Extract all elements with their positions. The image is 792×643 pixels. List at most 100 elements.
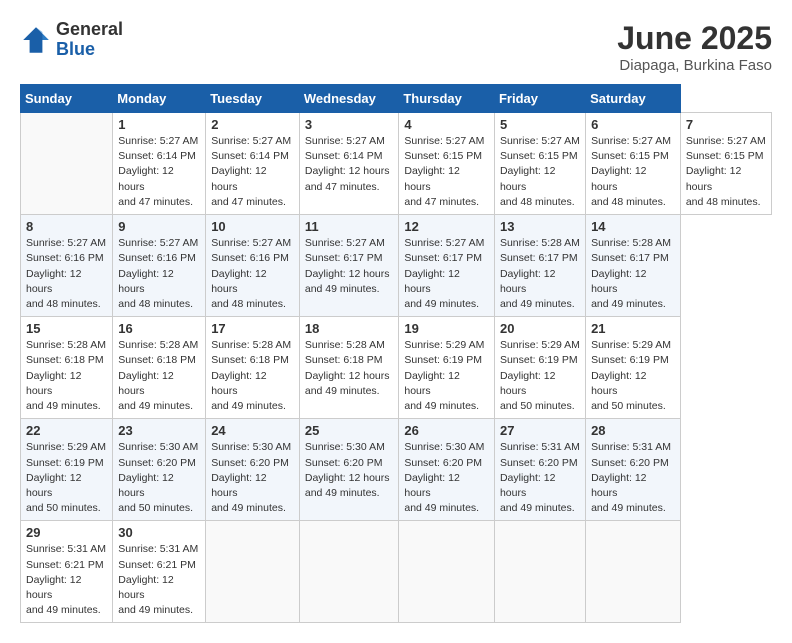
title-block: June 2025 Diapaga, Burkina Faso	[617, 20, 772, 74]
week-row-1: 1 Sunrise: 5:27 AMSunset: 6:14 PMDaylight…	[21, 113, 772, 215]
header-monday: Monday	[113, 85, 206, 113]
week-row-4: 22Sunrise: 5:29 AMSunset: 6:19 PMDayligh…	[21, 419, 772, 521]
calendar-cell: 15 Sunrise: 5:28 AMSunset: 6:18 PMDayligh…	[21, 317, 113, 419]
logo: General Blue	[20, 20, 123, 60]
day-info: Sunrise: 5:28 AMSunset: 6:18 PMDaylight:…	[26, 338, 107, 414]
day-info: Sunrise: 5:27 AMSunset: 6:17 PMDaylight:…	[305, 236, 394, 297]
logo-icon	[20, 24, 52, 56]
header-friday: Friday	[494, 85, 585, 113]
calendar-cell: 5 Sunrise: 5:27 AMSunset: 6:15 PMDaylight…	[494, 113, 585, 215]
header-tuesday: Tuesday	[206, 85, 300, 113]
calendar-cell: 30 Sunrise: 5:31 AMSunset: 6:21 PMDayligh…	[113, 521, 206, 623]
day-number: 16	[118, 321, 200, 336]
calendar-cell: 19 Sunrise: 5:29 AMSunset: 6:19 PMDayligh…	[399, 317, 495, 419]
calendar-cell	[206, 521, 300, 623]
day-number: 5	[500, 117, 580, 132]
week-row-2: 8 Sunrise: 5:27 AMSunset: 6:16 PMDaylight…	[21, 215, 772, 317]
calendar-cell: 17 Sunrise: 5:28 AMSunset: 6:18 PMDayligh…	[206, 317, 300, 419]
calendar-header: SundayMondayTuesdayWednesdayThursdayFrid…	[21, 85, 772, 113]
calendar-table: SundayMondayTuesdayWednesdayThursdayFrid…	[20, 84, 772, 623]
calendar-cell	[494, 521, 585, 623]
empty-cell	[21, 113, 113, 215]
logo-blue-text: Blue	[56, 40, 123, 60]
day-info: Sunrise: 5:31 AMSunset: 6:20 PMDaylight:…	[591, 440, 675, 516]
day-number: 19	[404, 321, 489, 336]
day-info: Sunrise: 5:27 AMSunset: 6:15 PMDaylight:…	[404, 134, 489, 210]
day-number: 8	[26, 219, 107, 234]
day-info: Sunrise: 5:27 AMSunset: 6:16 PMDaylight:…	[211, 236, 294, 312]
day-number: 25	[305, 423, 394, 438]
header-sunday: Sunday	[21, 85, 113, 113]
day-info: Sunrise: 5:27 AMSunset: 6:17 PMDaylight:…	[404, 236, 489, 312]
location-text: Diapaga, Burkina Faso	[617, 57, 772, 74]
calendar-cell: 6Sunrise: 5:27 AMSunset: 6:15 PMDaylight…	[586, 113, 681, 215]
calendar-cell: 27 Sunrise: 5:31 AMSunset: 6:20 PMDayligh…	[494, 419, 585, 521]
day-number: 24	[211, 423, 294, 438]
day-number: 4	[404, 117, 489, 132]
header-saturday: Saturday	[586, 85, 681, 113]
day-info: Sunrise: 5:31 AMSunset: 6:21 PMDaylight:…	[118, 542, 200, 618]
day-info: Sunrise: 5:29 AMSunset: 6:19 PMDaylight:…	[404, 338, 489, 414]
day-number: 26	[404, 423, 489, 438]
day-info: Sunrise: 5:29 AMSunset: 6:19 PMDaylight:…	[591, 338, 675, 414]
day-number: 7	[686, 117, 766, 132]
calendar-cell: 13 Sunrise: 5:28 AMSunset: 6:17 PMDayligh…	[494, 215, 585, 317]
calendar-cell: 4 Sunrise: 5:27 AMSunset: 6:15 PMDaylight…	[399, 113, 495, 215]
calendar-cell: 10 Sunrise: 5:27 AMSunset: 6:16 PMDayligh…	[206, 215, 300, 317]
calendar-cell: 1 Sunrise: 5:27 AMSunset: 6:14 PMDaylight…	[113, 113, 206, 215]
day-info: Sunrise: 5:28 AMSunset: 6:17 PMDaylight:…	[591, 236, 675, 312]
day-number: 6	[591, 117, 675, 132]
day-number: 30	[118, 525, 200, 540]
calendar-cell: 14 Sunrise: 5:28 AMSunset: 6:17 PMDayligh…	[586, 215, 681, 317]
day-number: 17	[211, 321, 294, 336]
calendar-cell: 20 Sunrise: 5:29 AMSunset: 6:19 PMDayligh…	[494, 317, 585, 419]
calendar-cell: 12Sunrise: 5:27 AMSunset: 6:17 PMDayligh…	[399, 215, 495, 317]
calendar-cell: 11 Sunrise: 5:27 AMSunset: 6:17 PMDayligh…	[299, 215, 399, 317]
calendar-cell: 18 Sunrise: 5:28 AMSunset: 6:18 PMDayligh…	[299, 317, 399, 419]
header-wednesday: Wednesday	[299, 85, 399, 113]
calendar-cell: 2Sunrise: 5:27 AMSunset: 6:14 PMDaylight…	[206, 113, 300, 215]
header-row: SundayMondayTuesdayWednesdayThursdayFrid…	[21, 85, 772, 113]
day-number: 18	[305, 321, 394, 336]
day-number: 23	[118, 423, 200, 438]
day-info: Sunrise: 5:28 AMSunset: 6:18 PMDaylight:…	[211, 338, 294, 414]
day-info: Sunrise: 5:27 AMSunset: 6:14 PMDaylight:…	[118, 134, 200, 210]
day-info: Sunrise: 5:30 AMSunset: 6:20 PMDaylight:…	[404, 440, 489, 516]
day-info: Sunrise: 5:31 AMSunset: 6:21 PMDaylight:…	[26, 542, 107, 618]
day-info: Sunrise: 5:30 AMSunset: 6:20 PMDaylight:…	[211, 440, 294, 516]
day-number: 22	[26, 423, 107, 438]
day-number: 15	[26, 321, 107, 336]
calendar-cell: 9 Sunrise: 5:27 AMSunset: 6:16 PMDaylight…	[113, 215, 206, 317]
day-info: Sunrise: 5:29 AMSunset: 6:19 PMDaylight:…	[500, 338, 580, 414]
day-number: 1	[118, 117, 200, 132]
day-number: 10	[211, 219, 294, 234]
calendar-cell	[299, 521, 399, 623]
page-header: General Blue June 2025 Diapaga, Burkina …	[20, 20, 772, 74]
calendar-cell: 23Sunrise: 5:30 AMSunset: 6:20 PMDayligh…	[113, 419, 206, 521]
month-title: June 2025	[617, 20, 772, 57]
day-number: 13	[500, 219, 580, 234]
logo-general-text: General	[56, 20, 123, 40]
day-number: 27	[500, 423, 580, 438]
header-thursday: Thursday	[399, 85, 495, 113]
calendar-cell: 28 Sunrise: 5:31 AMSunset: 6:20 PMDayligh…	[586, 419, 681, 521]
day-number: 9	[118, 219, 200, 234]
day-info: Sunrise: 5:28 AMSunset: 6:17 PMDaylight:…	[500, 236, 580, 312]
day-number: 14	[591, 219, 675, 234]
day-info: Sunrise: 5:28 AMSunset: 6:18 PMDaylight:…	[305, 338, 394, 399]
day-number: 28	[591, 423, 675, 438]
day-info: Sunrise: 5:27 AMSunset: 6:15 PMDaylight:…	[500, 134, 580, 210]
day-number: 2	[211, 117, 294, 132]
day-number: 11	[305, 219, 394, 234]
day-info: Sunrise: 5:31 AMSunset: 6:20 PMDaylight:…	[500, 440, 580, 516]
calendar-cell: 24 Sunrise: 5:30 AMSunset: 6:20 PMDayligh…	[206, 419, 300, 521]
day-info: Sunrise: 5:27 AMSunset: 6:16 PMDaylight:…	[118, 236, 200, 312]
calendar-cell: 7Sunrise: 5:27 AMSunset: 6:15 PMDaylight…	[680, 113, 771, 215]
calendar-cell: 3 Sunrise: 5:27 AMSunset: 6:14 PMDaylight…	[299, 113, 399, 215]
day-number: 20	[500, 321, 580, 336]
day-number: 29	[26, 525, 107, 540]
day-number: 21	[591, 321, 675, 336]
calendar-cell: 8Sunrise: 5:27 AMSunset: 6:16 PMDaylight…	[21, 215, 113, 317]
day-info: Sunrise: 5:27 AMSunset: 6:14 PMDaylight:…	[305, 134, 394, 195]
day-number: 3	[305, 117, 394, 132]
